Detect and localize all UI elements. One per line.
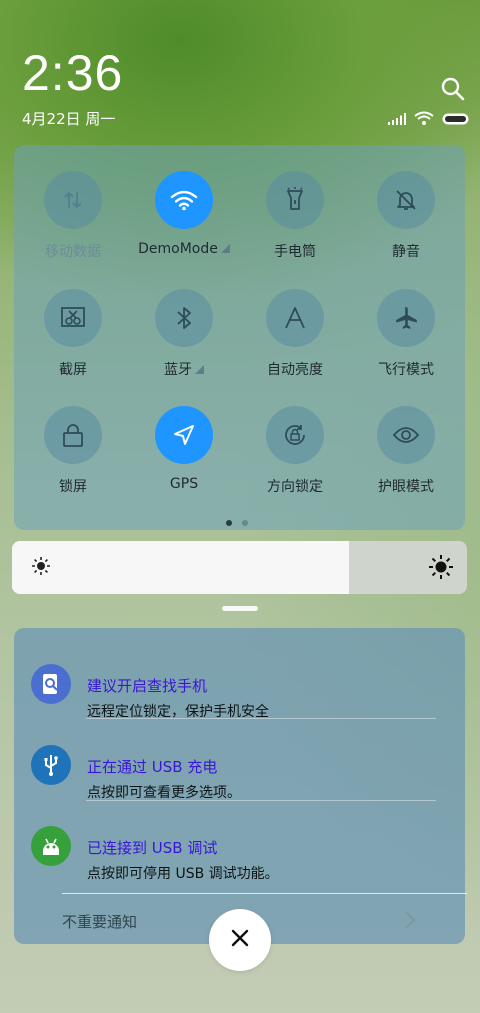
tile-gps[interactable]: GPS <box>134 406 234 492</box>
drag-handle[interactable] <box>222 606 258 611</box>
expand-triangle-icon[interactable] <box>220 244 230 253</box>
page-indicator <box>226 520 248 526</box>
tile-auto-brightness[interactable]: 自动亮度 <box>245 289 345 379</box>
tile-label: GPS <box>169 476 199 492</box>
auto-brightness-icon <box>266 289 324 347</box>
screenshot-icon <box>44 289 102 347</box>
tile-label: 锁屏 <box>59 479 87 495</box>
clock: 2:36 <box>22 45 124 101</box>
unimportant-notifications-link[interactable]: 不重要通知 <box>62 911 137 932</box>
wifi-status-icon <box>414 110 434 129</box>
tile-eye-care[interactable]: 护眼模式 <box>356 406 456 496</box>
notification-item[interactable]: 已连接到 USB 调试 点按即可停用 USB 调试功能。 <box>14 810 465 890</box>
airplane-icon <box>377 289 435 347</box>
rotation-lock-icon <box>266 406 324 464</box>
tile-label: 护眼模式 <box>378 479 434 495</box>
date: 4月22日 周一 <box>22 110 116 128</box>
android-debug-icon <box>31 826 71 866</box>
notification-title: 正在通过 USB 充电 <box>87 758 218 776</box>
brightness-low-icon <box>32 557 50 579</box>
tile-wifi[interactable]: DemoMode <box>134 171 234 257</box>
chevron-right-icon[interactable] <box>404 910 416 934</box>
search-icon[interactable] <box>440 76 466 102</box>
tile-label: 方向锁定 <box>267 479 323 495</box>
eye-icon <box>377 406 435 464</box>
notification-item[interactable]: 建议开启查找手机 远程定位锁定，保护手机安全 <box>14 648 465 728</box>
tile-label: 手电筒 <box>274 244 316 260</box>
lock-icon <box>44 406 102 464</box>
tile-label: 自动亮度 <box>267 362 323 378</box>
tile-label: DemoMode <box>138 241 218 257</box>
tile-mobile-data[interactable]: 移动数据 <box>23 171 123 261</box>
bell-mute-icon <box>377 171 435 229</box>
flashlight-icon <box>266 171 324 229</box>
notification-title: 已连接到 USB 调试 <box>87 839 218 857</box>
clear-all-button[interactable] <box>209 909 271 971</box>
signal-icon <box>388 110 406 129</box>
tile-flashlight[interactable]: 手电筒 <box>245 171 345 261</box>
page-dot-active <box>226 520 232 526</box>
tile-screenshot[interactable]: 截屏 <box>23 289 123 379</box>
mobile-data-icon <box>44 171 102 229</box>
brightness-slider[interactable] <box>12 541 467 594</box>
wifi-icon <box>155 171 213 229</box>
tile-mute[interactable]: 静音 <box>356 171 456 261</box>
tile-rotation-lock[interactable]: 方向锁定 <box>245 406 345 496</box>
page-dot <box>242 520 248 526</box>
tile-label: 静音 <box>392 244 420 260</box>
gps-icon <box>155 406 213 464</box>
tile-label: 截屏 <box>59 362 87 378</box>
tile-label: 移动数据 <box>45 244 101 260</box>
brightness-high-icon <box>429 555 453 583</box>
divider <box>86 800 436 801</box>
battery-icon <box>442 110 470 129</box>
notification-title: 建议开启查找手机 <box>87 677 208 695</box>
divider <box>62 893 467 894</box>
close-icon <box>231 929 249 951</box>
tile-label: 蓝牙 <box>164 362 192 378</box>
bluetooth-icon <box>155 289 213 347</box>
notification-subtitle: 点按即可停用 USB 调试功能。 <box>87 866 279 882</box>
expand-triangle-icon[interactable] <box>195 365 204 374</box>
tile-label: 飞行模式 <box>378 362 434 378</box>
tile-airplane[interactable]: 飞行模式 <box>356 289 456 379</box>
divider <box>86 718 436 719</box>
status-icons <box>388 110 470 129</box>
notification-item[interactable]: 正在通过 USB 充电 点按即可查看更多选项。 <box>14 729 465 809</box>
find-phone-icon <box>31 664 71 704</box>
usb-icon <box>31 745 71 785</box>
notification-subtitle: 点按即可查看更多选项。 <box>87 785 241 801</box>
tile-lock[interactable]: 锁屏 <box>23 406 123 496</box>
notification-panel: 建议开启查找手机 远程定位锁定，保护手机安全 正在通过 USB 充电 点按即可查… <box>14 628 465 944</box>
brightness-fill <box>12 541 349 594</box>
tile-bluetooth[interactable]: 蓝牙 <box>134 289 234 379</box>
